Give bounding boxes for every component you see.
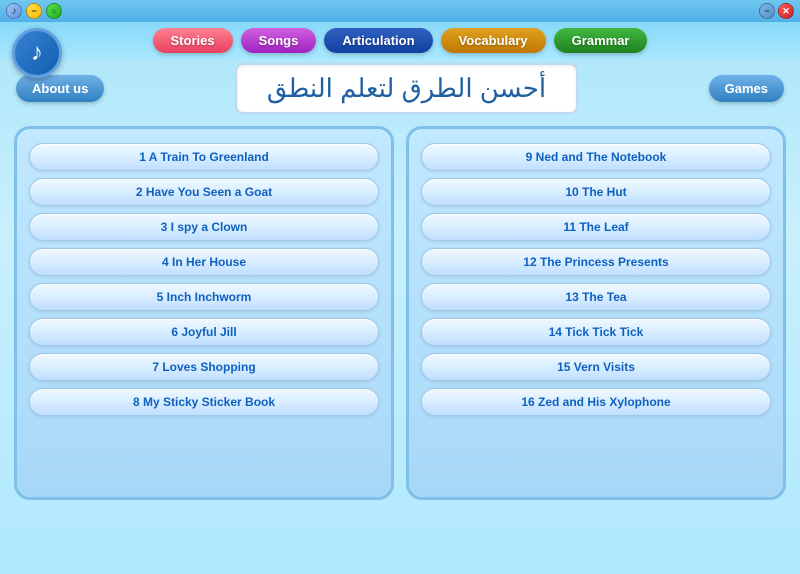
right-story-btn-16[interactable]: 16 Zed and His Xylophone xyxy=(421,388,771,416)
title-bar: ♪ − ○ − ✕ xyxy=(0,0,800,22)
right-story-btn-11[interactable]: 11 The Leaf xyxy=(421,213,771,241)
right-story-btn-10[interactable]: 10 The Hut xyxy=(421,178,771,206)
left-story-btn-4[interactable]: 4 In Her House xyxy=(29,248,379,276)
left-story-btn-7[interactable]: 7 Loves Shopping xyxy=(29,353,379,381)
restore-btn[interactable]: ○ xyxy=(46,3,62,19)
songs-btn[interactable]: Songs xyxy=(241,28,317,53)
music-title-btn[interactable]: ♪ xyxy=(6,3,22,19)
nav-bar: Stories Songs Articulation Vocabulary Gr… xyxy=(0,22,800,59)
music-symbol: ♪ xyxy=(31,39,43,67)
right-story-btn-15[interactable]: 15 Vern Visits xyxy=(421,353,771,381)
stories-btn[interactable]: Stories xyxy=(153,28,233,53)
right-story-btn-14[interactable]: 14 Tick Tick Tick xyxy=(421,318,771,346)
left-story-btn-6[interactable]: 6 Joyful Jill xyxy=(29,318,379,346)
right-story-panel: 9 Ned and The Notebook 10 The Hut 11 The L… xyxy=(406,126,786,500)
music-note-icon: ♪ xyxy=(12,28,62,78)
title-bar-left: ♪ − ○ xyxy=(6,3,62,19)
left-story-btn-2[interactable]: 2 Have You Seen a Goat xyxy=(29,178,379,206)
minimize-btn[interactable]: − xyxy=(26,3,42,19)
title-bar-right: − ✕ xyxy=(759,3,794,19)
vocabulary-btn[interactable]: Vocabulary xyxy=(441,28,546,53)
games-btn[interactable]: Games xyxy=(709,75,784,102)
left-story-btn-3[interactable]: 3 I spy a Clown xyxy=(29,213,379,241)
arabic-title: أحسن الطرق لتعلم النطق xyxy=(235,63,578,114)
left-story-btn-1[interactable]: 1 A Train To Greenland xyxy=(29,143,379,171)
articulation-btn[interactable]: Articulation xyxy=(324,28,432,53)
right-story-btn-12[interactable]: 12 The Princess Presents xyxy=(421,248,771,276)
left-story-btn-5[interactable]: 5 Inch Inchworm xyxy=(29,283,379,311)
right-story-btn-13[interactable]: 13 The Tea xyxy=(421,283,771,311)
main-content: 1 A Train To Greenland 2 Have You Seen a … xyxy=(0,118,800,508)
win-close-btn[interactable]: ✕ xyxy=(778,3,794,19)
right-story-btn-9[interactable]: 9 Ned and The Notebook xyxy=(421,143,771,171)
left-story-btn-8[interactable]: 8 My Sticky Sticker Book xyxy=(29,388,379,416)
header-row: About us أحسن الطرق لتعلم النطق Games xyxy=(0,59,800,118)
grammar-btn[interactable]: Grammar xyxy=(554,28,648,53)
win-minimize-btn[interactable]: − xyxy=(759,3,775,19)
left-story-panel: 1 A Train To Greenland 2 Have You Seen a … xyxy=(14,126,394,500)
about-us-btn[interactable]: About us xyxy=(16,75,104,102)
